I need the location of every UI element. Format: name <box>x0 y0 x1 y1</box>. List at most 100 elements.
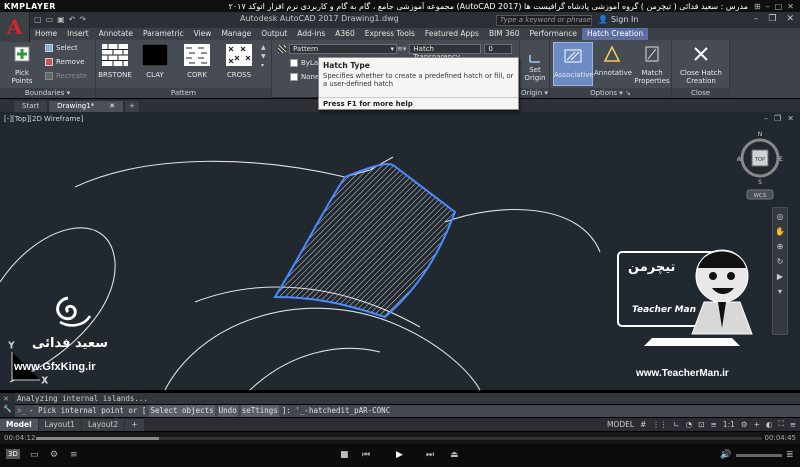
player-close-icon[interactable]: ✕ <box>787 2 794 11</box>
select-button[interactable]: Select <box>45 44 78 52</box>
workspace-gear-icon[interactable]: ⚙ <box>741 420 748 429</box>
background-color-swatch[interactable] <box>290 73 298 81</box>
pattern-expand-icon[interactable]: ▾ <box>261 62 269 69</box>
layout-tab-model[interactable]: Model <box>0 418 38 431</box>
fullscreen-icon[interactable]: ⛶ <box>778 419 783 429</box>
pattern-scroll-down-icon[interactable]: ▼ <box>261 53 269 60</box>
swatch-cork[interactable]: CORK <box>178 44 216 79</box>
hatch-color-swatch[interactable] <box>290 59 298 67</box>
tab-hatch-creation[interactable]: Hatch Creation <box>582 28 649 40</box>
quick-access-undo-icon[interactable]: ↶ <box>69 15 76 24</box>
hatch-transparency-label[interactable]: Hatch Transparency <box>409 44 482 61</box>
volume-slider[interactable] <box>736 454 782 457</box>
tab-express-tools[interactable]: Express Tools <box>360 28 420 40</box>
snap-icon[interactable]: ⋮⋮ <box>652 420 667 429</box>
remove-button[interactable]: Remove <box>45 58 84 66</box>
player-minimize-icon[interactable]: – <box>766 2 770 11</box>
viewport-controls[interactable]: [-][Top][2D Wireframe] <box>4 115 83 123</box>
tab-manage[interactable]: Manage <box>216 28 256 40</box>
cmd-close-icon[interactable]: ✕ <box>0 393 15 405</box>
tab-featured-apps[interactable]: Featured Apps <box>420 28 484 40</box>
command-line-grip[interactable]: ✕ 🔧 <box>0 393 15 417</box>
tab-drawing1[interactable]: Drawing1* ✕ <box>49 101 124 112</box>
player-maximize-icon[interactable]: □ <box>775 2 783 11</box>
showmotion-icon[interactable]: ▶ <box>777 272 783 281</box>
set-origin-button[interactable]: Set Origin <box>520 55 550 82</box>
view-cube[interactable]: TOP N S E W WCS <box>736 122 783 202</box>
previous-icon[interactable]: ⏮ <box>362 450 370 460</box>
quick-access-new-icon[interactable]: ▢ <box>34 15 42 24</box>
layout-tab-layout2[interactable]: Layout2 <box>81 418 125 431</box>
play-icon[interactable]: ▶ <box>396 450 403 460</box>
seek-bar[interactable] <box>36 437 762 440</box>
restore-icon[interactable]: ❐ <box>768 14 776 24</box>
swatch-cross[interactable]: CROSS <box>220 44 258 79</box>
eject-icon[interactable]: ⏏ <box>450 450 459 460</box>
volume-icon[interactable]: 🔊 <box>720 450 731 460</box>
cmd-option-settings[interactable]: seTtings <box>240 405 279 417</box>
viewport-close-icon[interactable]: ✕ <box>787 114 794 123</box>
add-layout-button[interactable]: + <box>125 418 144 431</box>
quick-access-save-icon[interactable]: ▣ <box>57 15 65 24</box>
recreate-button[interactable]: Recreate <box>45 72 87 80</box>
tab-insert[interactable]: Insert <box>62 28 94 40</box>
screen-icon[interactable]: ▭ <box>30 450 39 460</box>
new-tab-button[interactable]: + <box>125 101 139 112</box>
navbar-menu-icon[interactable]: ▾ <box>778 287 782 296</box>
pick-points-button[interactable]: Pick Points <box>4 43 40 85</box>
cmd-wrench-icon[interactable]: 🔧 <box>0 405 15 413</box>
tab-annotate[interactable]: Annotate <box>94 28 138 40</box>
playlist-icon[interactable]: ≡ <box>70 450 78 460</box>
quick-access-redo-icon[interactable]: ↷ <box>79 15 86 24</box>
tab-parametric[interactable]: Parametric <box>138 28 189 40</box>
quick-access-open-icon[interactable]: ▭ <box>46 15 54 24</box>
pattern-scroll-up-icon[interactable]: ▲ <box>261 44 269 51</box>
annotative-button[interactable]: Annotative <box>594 43 632 77</box>
match-properties-button[interactable]: Match Properties <box>632 43 672 85</box>
hatch-preview[interactable] <box>273 163 457 319</box>
application-menu-button[interactable]: A <box>0 12 30 42</box>
settings-icon[interactable]: ⚙ <box>50 450 58 460</box>
swatch-clay[interactable]: CLAY <box>136 43 174 79</box>
next-icon[interactable]: ⏭ <box>426 450 434 460</box>
tab-view[interactable]: View <box>189 28 217 40</box>
customize-icon[interactable]: ≡ <box>790 420 796 429</box>
close-tab-icon[interactable]: ✕ <box>109 101 115 112</box>
tab-home[interactable]: Home <box>30 28 62 40</box>
search-input[interactable]: Type a keyword or phrase <box>496 15 592 26</box>
boundaries-panel-label[interactable]: Boundaries ▾ <box>0 88 95 98</box>
polar-icon[interactable]: ◔ <box>686 420 693 429</box>
tab-bim-360[interactable]: BIM 360 <box>484 28 525 40</box>
zoom-icon[interactable]: ⊕ <box>777 242 784 251</box>
3d-toggle[interactable]: 3D <box>6 449 20 459</box>
tab-start[interactable]: Start <box>14 101 48 112</box>
hatch-transparency-input[interactable]: 0 <box>484 44 513 54</box>
minimize-icon[interactable]: – <box>754 14 759 24</box>
sign-in-button[interactable]: 👤 Sign In <box>598 15 638 24</box>
osnap-icon[interactable]: ⊡ <box>698 420 704 429</box>
drawing-canvas[interactable]: Y X [-][Top][2D Wireframe] – ❐ ✕ TOP N S… <box>0 112 800 390</box>
close-icon[interactable]: ✕ <box>786 14 794 24</box>
steering-wheel-icon[interactable]: ◎ <box>777 212 784 221</box>
hatch-type-dropdown[interactable]: Pattern ▾ <box>289 44 397 54</box>
annotation-scale[interactable]: 1:1 <box>723 420 735 429</box>
tab-add-ins[interactable]: Add-ins <box>292 28 330 40</box>
isolate-icon[interactable]: ◐ <box>766 420 773 429</box>
grid-icon[interactable]: # <box>640 420 646 429</box>
command-input[interactable]: >_ - Pick internal point or [Select obje… <box>15 405 800 417</box>
stop-icon[interactable]: ■ <box>340 450 349 460</box>
cmd-option-select-objects[interactable]: Select objects <box>149 405 215 417</box>
tab-a360[interactable]: A360 <box>330 28 359 40</box>
orbit-icon[interactable]: ↻ <box>777 257 784 266</box>
plus-icon[interactable]: + <box>754 420 760 429</box>
cmd-option-undo[interactable]: Undo <box>217 405 238 417</box>
options-panel-label[interactable]: Options ▾ ↘ <box>550 88 671 98</box>
model-space-toggle[interactable]: MODEL <box>607 420 634 429</box>
equalizer-icon[interactable]: ≣ <box>786 450 794 460</box>
tab-output[interactable]: Output <box>256 28 292 40</box>
lineweight-icon[interactable]: ≡ <box>711 420 717 429</box>
close-hatch-creation-button[interactable]: Close Hatch Creation <box>674 43 728 85</box>
associative-button[interactable]: Associative <box>553 42 594 86</box>
player-pin-icon[interactable]: ⊞ <box>754 2 761 11</box>
pan-icon[interactable]: ✋ <box>775 227 785 236</box>
